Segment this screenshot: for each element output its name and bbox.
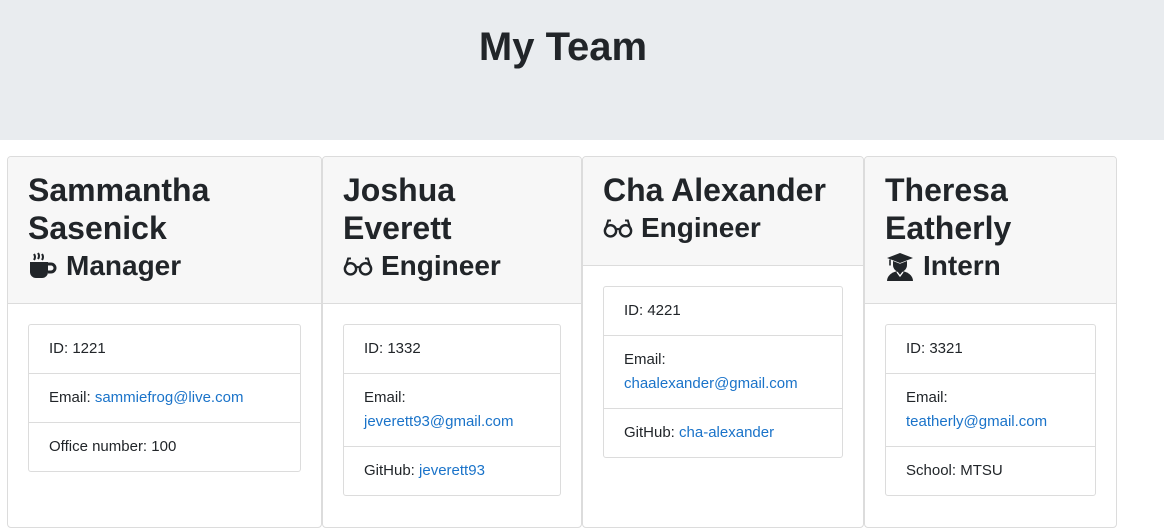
id-label: ID:: [364, 340, 388, 357]
id-value: 4221: [647, 302, 681, 319]
card-header: Theresa Eatherly Intern: [865, 157, 1116, 304]
github-label: GitHub:: [364, 462, 420, 479]
email-label: Email:: [624, 351, 666, 368]
card-header: Joshua Everett Engineer: [323, 157, 581, 304]
list-item-email: Email: jeverett93@gmail.com: [344, 374, 560, 447]
id-label: ID:: [906, 340, 930, 357]
school-label: School:: [906, 462, 961, 479]
glasses-icon: [603, 213, 633, 243]
list-item-email: Email: sammiefrog@live.com: [29, 374, 300, 423]
list-item-id: ID: 4221: [604, 287, 842, 336]
employee-name: Sammantha Sasenick: [28, 171, 301, 247]
list-item-id: ID: 3321: [886, 325, 1095, 374]
office-number-value: 100: [151, 438, 177, 455]
github-link[interactable]: cha-alexander: [679, 424, 774, 441]
email-link[interactable]: teatherly@gmail.com: [906, 413, 1047, 430]
list-item-email: Email: chaalexander@gmail.com: [604, 336, 842, 409]
card-header: Sammantha Sasenick Manager: [8, 157, 321, 304]
office-number-label: Office number:: [49, 438, 152, 455]
employee-name: Joshua Everett: [343, 171, 561, 247]
list-item-github: GitHub: jeverett93: [344, 447, 560, 495]
employee-name: Theresa Eatherly: [885, 171, 1096, 247]
employee-role: Engineer: [603, 209, 843, 265]
id-value: 1332: [387, 340, 421, 357]
employee-name-line2: Eatherly: [885, 210, 1012, 246]
list-item-id: ID: 1221: [29, 325, 300, 374]
card-header: Cha Alexander Engineer: [583, 157, 863, 266]
jumbotron-header: My Team: [0, 0, 1164, 140]
github-link[interactable]: jeverett93: [419, 462, 485, 479]
list-item-email: Email: teatherly@gmail.com: [886, 374, 1095, 447]
employee-name-line2: Sasenick: [28, 210, 167, 246]
employee-name-line1: Cha Alexander: [603, 172, 826, 208]
employee-name-line1: Sammantha: [28, 172, 210, 208]
employee-name: Cha Alexander: [603, 171, 843, 209]
id-value: 1221: [72, 340, 106, 357]
info-list: ID: 3321 Email: teatherly@gmail.com Schoo…: [885, 324, 1096, 496]
info-list: ID: 1221 Email: sammiefrog@live.com Offi…: [28, 324, 301, 472]
id-value: 3321: [929, 340, 963, 357]
graduate-icon: [885, 251, 915, 281]
info-list: ID: 4221 Email: chaalexander@gmail.com Gi…: [603, 286, 843, 458]
employee-card-engineer: Joshua Everett Engineer ID: 1332 Email: j…: [322, 156, 582, 528]
role-label: Engineer: [641, 212, 761, 243]
card-body: ID: 1221 Email: sammiefrog@live.com Offi…: [8, 304, 321, 492]
employee-card-engineer: Cha Alexander Engineer ID: 4221 Email: ch…: [582, 156, 864, 528]
employee-name-line1: Theresa: [885, 172, 1008, 208]
email-label: Email:: [364, 389, 406, 406]
list-item-school: School: MTSU: [886, 447, 1095, 495]
employee-card-intern: Theresa Eatherly Intern ID: 3321 Email: t…: [864, 156, 1117, 528]
email-label: Email:: [49, 389, 95, 406]
email-link[interactable]: sammiefrog@live.com: [95, 389, 244, 406]
employee-role: Intern: [885, 247, 1096, 303]
id-label: ID:: [624, 302, 648, 319]
employee-role: Engineer: [343, 247, 561, 303]
github-label: GitHub:: [624, 424, 680, 441]
info-list: ID: 1332 Email: jeverett93@gmail.com GitH…: [343, 324, 561, 496]
email-link[interactable]: jeverett93@gmail.com: [364, 413, 513, 430]
school-value: MTSU: [960, 462, 1003, 479]
glasses-icon: [343, 251, 373, 281]
card-body: ID: 4221 Email: chaalexander@gmail.com Gi…: [583, 266, 863, 478]
mug-icon: [28, 251, 58, 281]
role-label: Intern: [923, 250, 1001, 281]
page-title: My Team: [478, 25, 648, 69]
id-label: ID:: [49, 340, 73, 357]
card-body: ID: 3321 Email: teatherly@gmail.com Schoo…: [865, 304, 1116, 516]
list-item-office-number: Office number: 100: [29, 423, 300, 471]
card-body: ID: 1332 Email: jeverett93@gmail.com GitH…: [323, 304, 581, 516]
email-label: Email:: [906, 389, 948, 406]
role-label: Manager: [66, 250, 182, 281]
employee-role: Manager: [28, 247, 301, 303]
list-item-github: GitHub: cha-alexander: [604, 409, 842, 457]
employee-card-manager: Sammantha Sasenick Manager ID: 1221 Emai…: [7, 156, 322, 528]
employee-name-line1: Joshua Everett: [343, 172, 456, 246]
email-link[interactable]: chaalexander@gmail.com: [624, 375, 798, 392]
role-label: Engineer: [381, 250, 501, 281]
list-item-id: ID: 1332: [344, 325, 560, 374]
